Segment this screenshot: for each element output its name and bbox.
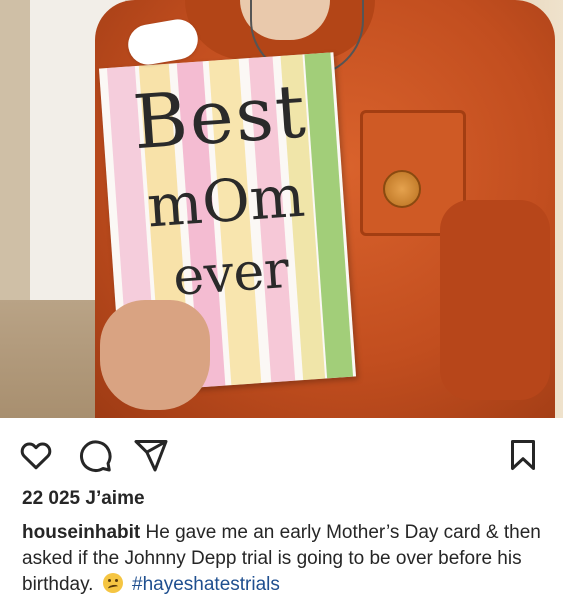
- card-line-best: Best: [130, 68, 310, 167]
- post-action-bar: [0, 418, 563, 484]
- bookmark-icon[interactable]: [505, 437, 541, 473]
- heart-icon[interactable]: [18, 437, 54, 473]
- child-hand: [100, 300, 210, 410]
- caption-hashtag[interactable]: #hayeshatestrials: [132, 574, 280, 595]
- caption-username[interactable]: houseinhabit: [22, 522, 140, 543]
- card-handwriting: Best mOm ever: [100, 68, 350, 308]
- pocket-badge: [383, 170, 421, 208]
- paper-plane-icon[interactable]: [133, 437, 169, 473]
- likes-count[interactable]: 22 025 J’aime: [22, 488, 145, 510]
- post-image[interactable]: Best mOm ever: [0, 0, 563, 418]
- woozy-face-emoji-icon: [102, 573, 123, 593]
- post-caption: houseinhabit He gave me an early Mother’…: [22, 520, 552, 598]
- card-line-mom: mOm: [145, 161, 307, 241]
- shirt-sleeve: [440, 200, 550, 400]
- comment-bubble-icon[interactable]: [77, 437, 113, 473]
